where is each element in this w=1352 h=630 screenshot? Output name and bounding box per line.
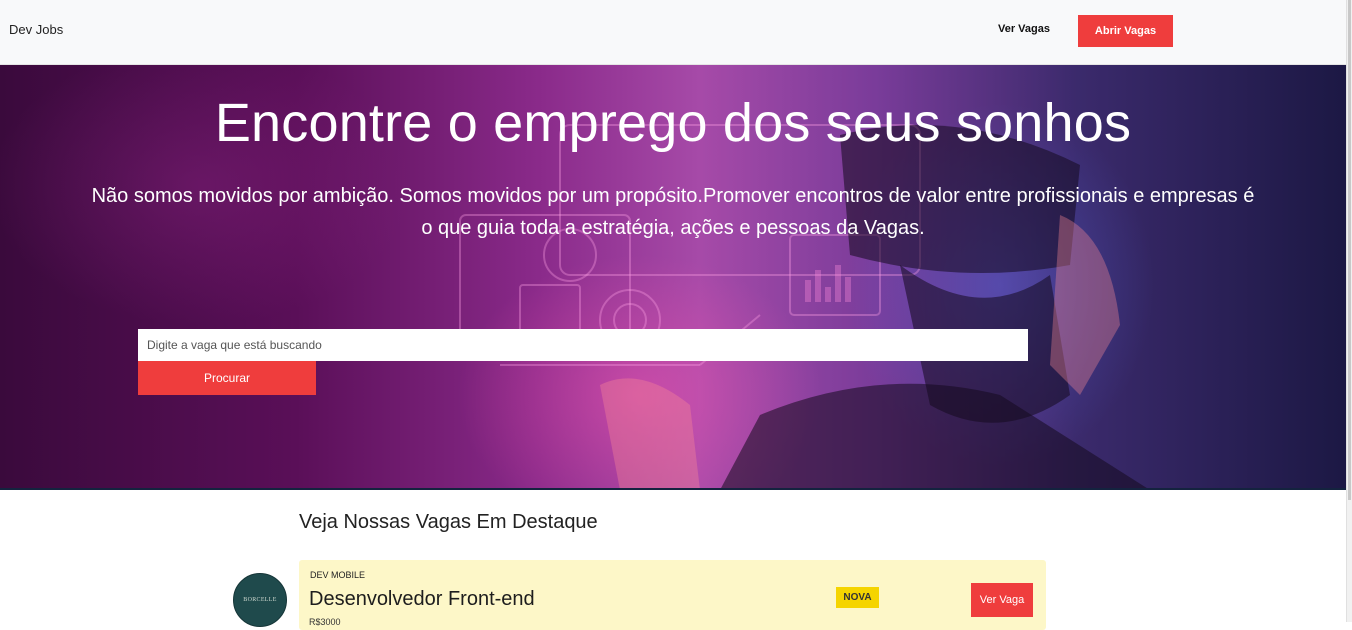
company-logo: BORCELLE bbox=[233, 573, 287, 627]
job-search-input[interactable] bbox=[138, 329, 1028, 361]
new-badge: NOVA bbox=[836, 587, 879, 608]
procurar-button[interactable]: Procurar bbox=[138, 361, 316, 395]
ver-vaga-button[interactable]: Ver Vaga bbox=[971, 583, 1033, 617]
scrollbar-thumb[interactable] bbox=[1348, 0, 1351, 500]
hero-subtitle: Não somos movidos por ambição. Somos mov… bbox=[91, 185, 1255, 239]
job-card[interactable]: DEV MOBILE Desenvolvedor Front-end NOVA … bbox=[299, 560, 1046, 630]
company-logo-text: BORCELLE bbox=[243, 597, 277, 603]
ver-vagas-link[interactable]: Ver Vagas bbox=[998, 23, 1050, 35]
navbar: Dev Jobs Ver Vagas Abrir Vagas bbox=[0, 0, 1346, 65]
job-salary: R$3000 bbox=[309, 617, 341, 627]
brand-logo[interactable]: Dev Jobs bbox=[9, 22, 63, 37]
job-title: Desenvolvedor Front-end bbox=[309, 588, 535, 610]
hero-title: Encontre o emprego dos seus sonhos bbox=[214, 93, 1132, 153]
hero-banner: Encontre o emprego dos seus sonhos Não s… bbox=[0, 65, 1346, 490]
abrir-vagas-button[interactable]: Abrir Vagas bbox=[1078, 15, 1173, 47]
job-company-name: DEV MOBILE bbox=[310, 570, 366, 580]
hero-divider bbox=[0, 488, 1346, 490]
featured-section-title: Veja Nossas Vagas Em Destaque bbox=[299, 511, 598, 533]
